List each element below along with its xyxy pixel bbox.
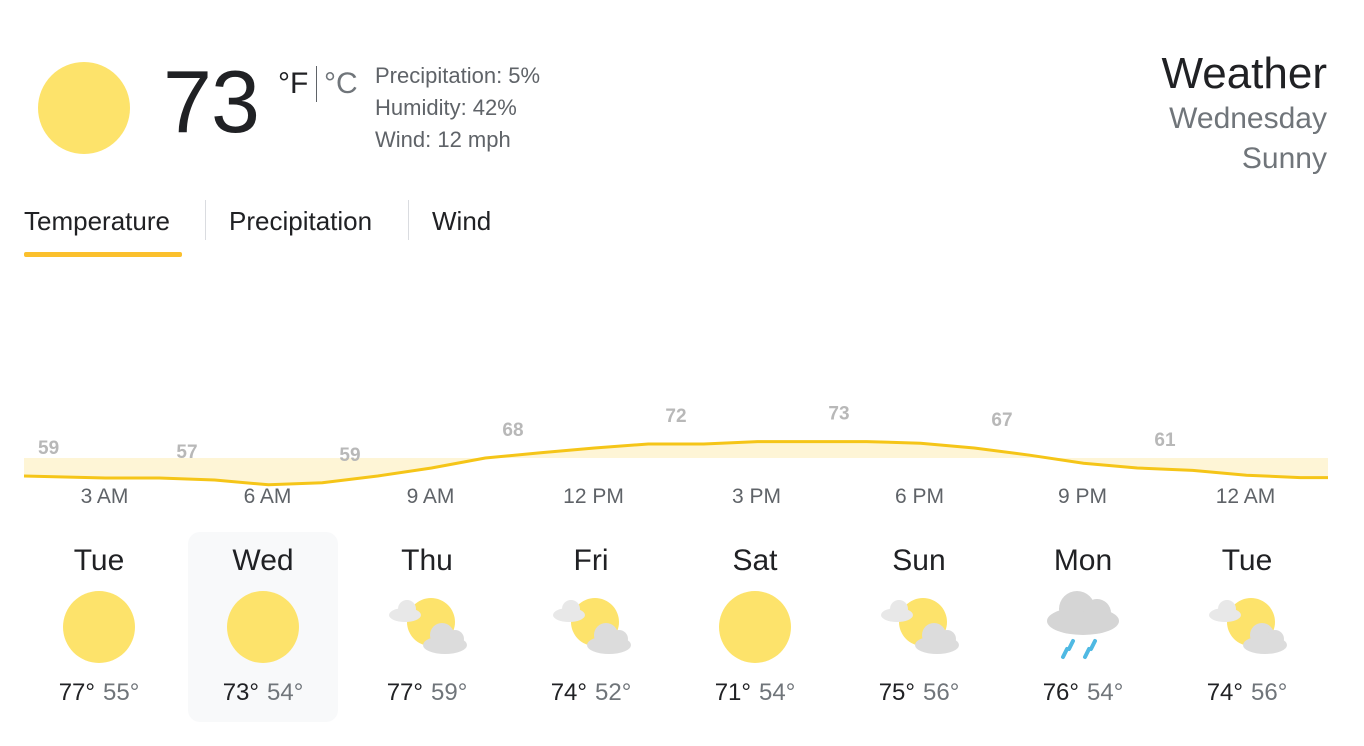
day-name: Tue — [1221, 544, 1273, 577]
partly-cloudy-icon — [553, 598, 631, 654]
temperature-label: 59 — [38, 438, 59, 459]
sun-icon — [63, 591, 135, 663]
partly-cloudy-icon — [881, 598, 959, 654]
temperature-label: 73 — [828, 404, 849, 425]
sun-icon — [719, 591, 791, 663]
temperature-area — [24, 441, 1328, 485]
forecast-day[interactable]: Thu 77° 59° — [352, 532, 502, 722]
humidity-detail: Humidity: 42% — [375, 95, 517, 120]
tab-divider — [408, 200, 409, 240]
time-label: 12 AM — [1216, 485, 1276, 508]
low-temp: 54° — [1087, 679, 1124, 706]
fahrenheit-toggle[interactable]: °F — [278, 66, 308, 102]
day-name: Tue — [73, 544, 125, 577]
temperature-label: 67 — [991, 410, 1012, 431]
high-temp: 71° — [714, 679, 751, 706]
high-temp: 74° — [550, 679, 587, 706]
tab-divider — [205, 200, 206, 240]
precipitation-detail: Precipitation: 5% — [375, 63, 541, 88]
low-temp: 52° — [595, 679, 632, 706]
low-temp: 54° — [267, 679, 304, 706]
weather-condition: Sunny — [1241, 142, 1327, 175]
forecast-day-selected[interactable]: Wed 73° 54° — [188, 532, 338, 722]
unit-divider — [316, 66, 317, 102]
time-label: 12 PM — [563, 485, 624, 508]
low-temp: 59° — [431, 679, 468, 706]
time-label: 9 PM — [1058, 485, 1107, 508]
partly-cloudy-icon — [1209, 598, 1287, 654]
low-temp: 56° — [923, 679, 960, 706]
temperature-label: 61 — [1154, 430, 1176, 451]
high-temp: 77° — [386, 679, 423, 706]
high-temp: 74° — [1206, 679, 1243, 706]
rain-icon — [1047, 591, 1119, 659]
weather-day: Wednesday — [1169, 102, 1327, 135]
weather-title: Weather — [1161, 49, 1328, 98]
high-temp: 73° — [222, 679, 259, 706]
low-temp: 56° — [1251, 679, 1288, 706]
time-label: 6 PM — [895, 485, 944, 508]
day-name: Mon — [1053, 544, 1113, 577]
high-temp: 76° — [1042, 679, 1079, 706]
forecast-day[interactable]: Tue 74° 56° — [1172, 532, 1322, 722]
low-temp: 54° — [759, 679, 796, 706]
tab-temperature[interactable]: Temperature — [24, 204, 170, 238]
wind-detail: Wind: 12 mph — [375, 127, 511, 152]
current-temperature: 73 — [163, 52, 260, 151]
time-label: 6 AM — [244, 485, 292, 508]
low-temp: 55° — [103, 679, 140, 706]
day-name: Sun — [892, 544, 946, 577]
day-name: Wed — [232, 544, 294, 577]
celsius-toggle[interactable]: °C — [324, 66, 358, 102]
forecast-day[interactable]: Mon 76° 54° — [1008, 532, 1158, 722]
time-label: 3 PM — [732, 485, 781, 508]
high-temp: 75° — [878, 679, 915, 706]
day-name: Fri — [573, 544, 609, 577]
temperature-chart[interactable]: 59 57 59 68 72 73 67 61 3 AM 6 AM 9 AM 12 PM 3 PM 6 … — [0, 300, 1364, 520]
temperature-label: 68 — [502, 420, 523, 441]
day-name: Sat — [732, 544, 778, 577]
day-name: Thu — [401, 544, 453, 577]
partly-cloudy-icon — [389, 598, 467, 654]
time-label: 3 AM — [81, 485, 129, 508]
sun-icon — [38, 62, 130, 154]
forecast-day[interactable]: Tue 77° 55° — [24, 532, 174, 722]
forecast-day[interactable]: Sat 71° 54° — [680, 532, 830, 722]
tab-wind[interactable]: Wind — [432, 204, 491, 238]
tab-precipitation[interactable]: Precipitation — [229, 204, 372, 238]
forecast-day[interactable]: Fri 74° 52° — [516, 532, 666, 722]
high-temp: 77° — [58, 679, 95, 706]
time-label: 9 AM — [407, 485, 455, 508]
temperature-label: 59 — [339, 445, 360, 466]
forecast-day[interactable]: Sun 75° 56° — [844, 532, 994, 722]
temperature-label: 57 — [176, 442, 197, 463]
active-tab-indicator — [24, 252, 182, 257]
sun-icon — [227, 591, 299, 663]
temperature-label: 72 — [665, 406, 686, 427]
